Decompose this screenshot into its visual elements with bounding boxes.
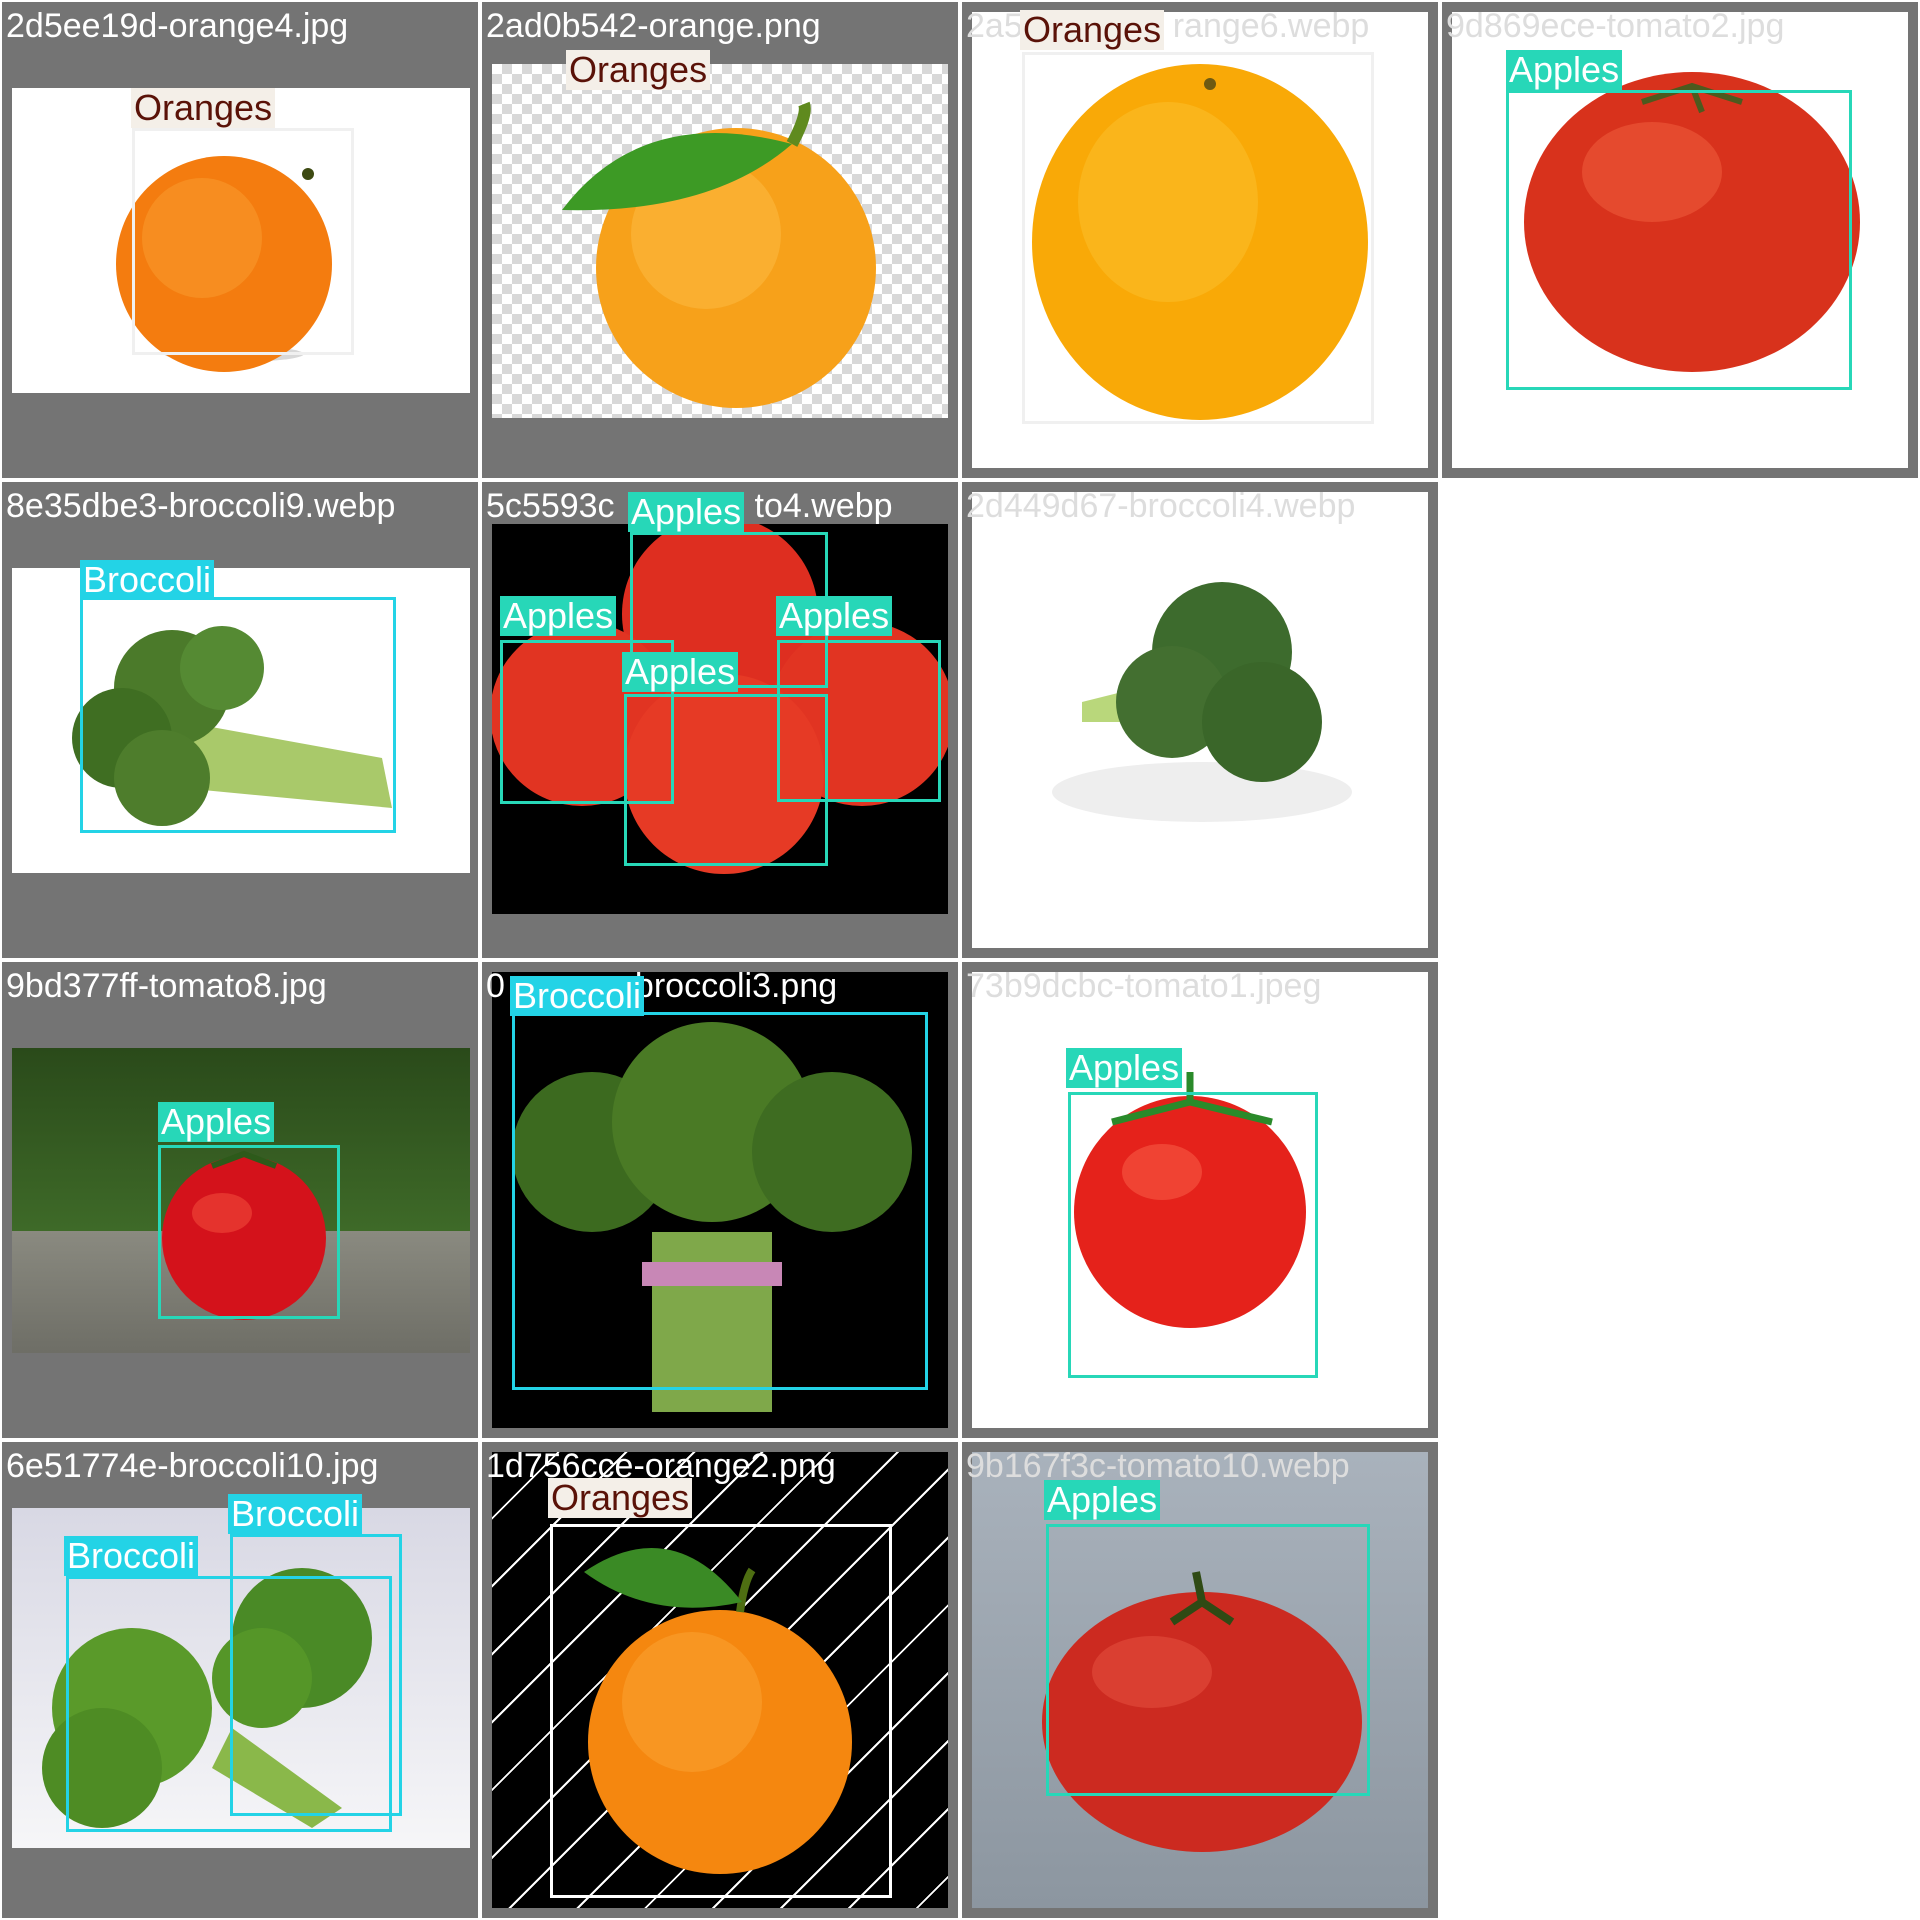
detection-label: Broccoli [80,560,215,600]
detection-label: Broccoli [228,1494,363,1534]
bounding-box [512,1012,928,1390]
orange-illustration [562,101,876,408]
image-tile: Oranges 2d5ee19d-orange4.jpg [2,2,478,478]
detection-label: Apples [1066,1048,1183,1088]
filename-head: 2a5 [966,7,1023,45]
filename-label: 1d756cce-orange2.png [486,1447,836,1485]
filename-head: 5c5593c [486,487,615,525]
broccoli-illustration [1052,582,1352,822]
image-tile: 0 broccoli3.png Broccoli [482,962,958,1438]
filename-label: 73b9dcbc-tomato1.jpeg [966,967,1322,1005]
filename-head: 0 [486,967,505,1005]
image-tile: Broccoli 8e35dbe3-broccoli9.webp [2,482,478,958]
image-tile: Apples 9bd377ff-tomato8.jpg [2,962,478,1438]
image-tile: 9b167f3c-tomato10.webp Apples [962,1442,1438,1918]
image-tile: Apples 9d869ece-tomato2.jpg [1442,2,1918,478]
filename-tail: broccoli3.png [634,967,838,1005]
bounding-box [550,1524,892,1898]
bounding-box [80,597,396,833]
photo [972,492,1428,948]
bounding-box [1046,1524,1370,1796]
filename-label: 2ad0b542-orange.png [486,7,821,45]
bounding-box [158,1145,340,1319]
detection-label: Oranges [1020,10,1165,50]
filename-tail: to4.webp [754,487,893,525]
detection-label: Broccoli [510,976,645,1016]
image-tile: 2d449d67-broccoli4.webp [962,482,1438,958]
detection-label: Apples [158,1102,275,1142]
image-tile: 2a5 range6.webp Oranges [962,2,1438,478]
image-tile: Broccoli Broccoli 6e51774e-broccoli10.jp… [2,1442,478,1918]
bounding-box [1068,1092,1318,1378]
filename-label: 9d869ece-tomato2.jpg [1446,7,1785,45]
filename-tail: range6.webp [1172,7,1370,45]
filename-label: 8e35dbe3-broccoli9.webp [6,487,396,525]
filename-label: 6e51774e-broccoli10.jpg [6,1447,379,1485]
bounding-box [1506,90,1852,390]
detection-label: Broccoli [64,1536,199,1576]
detection-label: Apples [628,492,745,532]
filename-label: 2d449d67-broccoli4.webp [966,487,1356,525]
bounding-box [132,128,354,355]
detection-label: Oranges [131,88,276,128]
detection-label: Apples [1506,50,1623,90]
bounding-box [1022,52,1374,424]
filename-label: 9bd377ff-tomato8.jpg [6,967,327,1005]
image-tile: Oranges 2ad0b542-orange.png [482,2,958,478]
detection-label: Apples [776,596,893,636]
detection-label: Apples [622,652,739,692]
bounding-box [66,1576,392,1832]
image-tile: Apples 73b9dcbc-tomato1.jpeg [962,962,1438,1438]
image-tile: 5c5593c to4.webp Apples Apples Apples App… [482,482,958,958]
photo [492,64,948,418]
filename-label: 2d5ee19d-orange4.jpg [6,7,349,45]
image-tile: Oranges 1d756cce-orange2.png [482,1442,958,1918]
detection-label: Apples [500,596,617,636]
detection-label: Apples [1044,1480,1161,1520]
detection-label: Oranges [566,50,711,90]
bounding-box [624,694,828,866]
